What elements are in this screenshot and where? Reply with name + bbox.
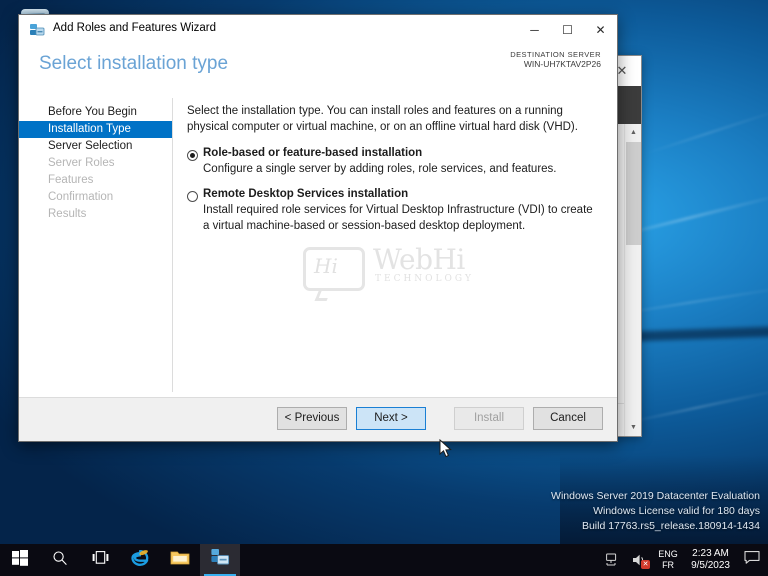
nav-item-server-selection[interactable]: Server Selection (19, 138, 172, 155)
add-roles-wizard-dialog[interactable]: Add Roles and Features Wizard ─ ☐ ✕ Sele… (18, 14, 618, 458)
language-secondary: FR (662, 560, 675, 570)
system-tray: ✕ ENG FR 2:23 AM 9/5/2023 (601, 544, 768, 576)
server-manager-button[interactable] (200, 544, 240, 576)
internet-explorer-button[interactable] (120, 544, 160, 576)
webhi-watermark: Hi WebHi TECHNOLOGY (303, 241, 493, 301)
watermark-logo-text: Hi (314, 254, 338, 278)
option-rds-description: Install required role services for Virtu… (203, 203, 593, 233)
wizard-button-row: < Previous Next > Install Cancel (277, 407, 603, 430)
watermark-line-edition: Windows Server 2019 Datacenter Evaluatio… (551, 490, 760, 503)
mouse-cursor (439, 438, 453, 459)
wizard-content: Before You Begin Installation Type Serve… (19, 93, 617, 398)
network-icon[interactable] (601, 544, 627, 576)
clock[interactable]: 2:23 AM 9/5/2023 (683, 548, 738, 573)
language-primary: ENG (658, 548, 678, 559)
window-controls: ─ ☐ ✕ (518, 15, 617, 44)
watermark-line-build: Build 17763.rs5_release.180914-1434 (581, 520, 760, 533)
desktop-screen: ⟳ Recy ✕ ▲ ▼ (0, 0, 768, 576)
watermark-line-license: Windows License valid for 180 days (593, 505, 760, 518)
option-rds[interactable]: Remote Desktop Services installation Ins… (187, 188, 601, 235)
page-title: Select installation type (39, 53, 229, 74)
server-manager-scrollbar[interactable]: ▲ ▼ (624, 124, 641, 436)
windows-logo-icon (12, 549, 28, 571)
task-view-button[interactable] (80, 544, 120, 576)
option-rds-title: Remote Desktop Services installation (203, 187, 409, 200)
search-icon (52, 550, 68, 571)
start-button[interactable] (0, 544, 40, 576)
install-button: Install (454, 407, 524, 430)
radio-role-based[interactable] (187, 149, 198, 161)
option-role-based[interactable]: Role-based or feature-based installation… (187, 147, 601, 177)
radio-remote-desktop-services[interactable] (187, 190, 198, 202)
wallpaper-streak (643, 106, 768, 156)
option-role-based-description: Configure a single server by adding role… (203, 162, 557, 175)
nav-item-server-roles: Server Roles (48, 157, 115, 169)
destination-server-label: DESTINATION SERVER (510, 50, 601, 59)
scrollbar-thumb[interactable] (626, 142, 641, 245)
option-role-based-title: Role-based or feature-based installation (203, 146, 423, 159)
nav-item-confirmation: Confirmation (48, 191, 114, 203)
clock-date: 9/5/2023 (691, 560, 730, 571)
watermark-name: WebHi (373, 243, 465, 276)
muted-badge: ✕ (641, 560, 651, 569)
server-icon (29, 22, 45, 38)
file-explorer-button[interactable] (160, 544, 200, 576)
wizard-header: Select installation type DESTINATION SER… (19, 45, 617, 93)
clock-time: 2:23 AM (692, 547, 729, 559)
cancel-button[interactable]: Cancel (533, 407, 603, 430)
search-button[interactable] (40, 544, 80, 576)
volume-muted-icon[interactable]: ✕ (627, 544, 653, 576)
task-view-icon (92, 550, 109, 570)
instruction-text: Select the installation type. You can in… (187, 105, 578, 134)
minimize-button[interactable]: ─ (518, 15, 551, 44)
next-button[interactable]: Next > (356, 407, 426, 430)
previous-button[interactable]: < Previous (277, 407, 347, 430)
action-center-button[interactable] (738, 544, 766, 576)
maximize-button[interactable]: ☐ (551, 15, 584, 44)
close-button[interactable]: ✕ (584, 15, 617, 44)
folder-icon (170, 549, 190, 571)
server-manager-icon (210, 548, 230, 572)
scroll-up-icon[interactable]: ▲ (625, 124, 642, 141)
wizard-title-text: Add Roles and Features Wizard (53, 22, 216, 34)
wizard-navigation-pane: Before You Begin Installation Type Serve… (19, 93, 172, 398)
wizard-main-pane: Select the installation type. You can in… (173, 93, 617, 398)
nav-item-results: Results (48, 208, 87, 220)
destination-server-info: DESTINATION SERVER WIN-UH7KTAV2P26 (510, 50, 601, 70)
nav-item-features: Features (48, 174, 94, 186)
wizard-titlebar[interactable]: Add Roles and Features Wizard ─ ☐ ✕ (19, 15, 617, 45)
nav-item-installation-type[interactable]: Installation Type (19, 121, 172, 138)
action-center-icon (744, 550, 760, 570)
internet-explorer-icon (130, 548, 150, 573)
scroll-down-icon[interactable]: ▼ (625, 419, 642, 436)
wallpaper-streak (621, 387, 768, 425)
destination-server-name: WIN-UH7KTAV2P26 (523, 59, 601, 70)
nav-item-before-you-begin[interactable]: Before You Begin (19, 104, 172, 121)
wizard-footer: < Previous Next > Install Cancel (19, 397, 617, 441)
language-indicator[interactable]: ENG FR (653, 549, 683, 572)
windows-evaluation-watermark: Windows Server 2019 Datacenter Evaluatio… (551, 489, 760, 534)
watermark-subtitle: TECHNOLOGY (375, 274, 474, 284)
taskbar[interactable]: ✕ ENG FR 2:23 AM 9/5/2023 (0, 544, 768, 576)
